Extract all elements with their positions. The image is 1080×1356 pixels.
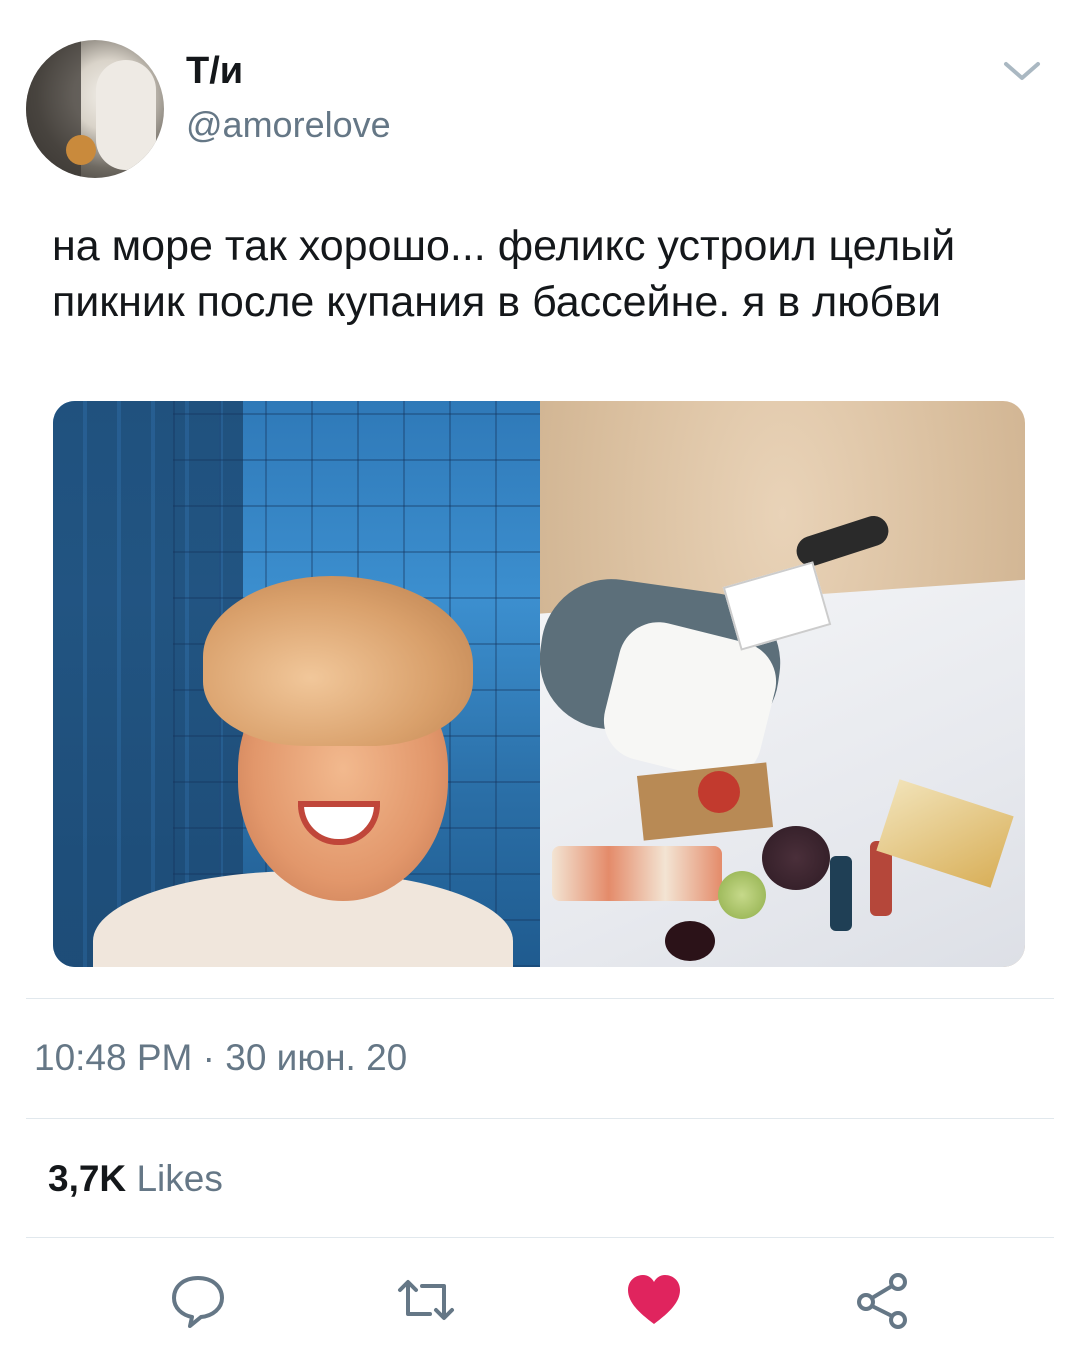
tweet-media[interactable]	[53, 401, 1025, 967]
divider	[26, 998, 1054, 999]
retweet-icon	[398, 1280, 454, 1320]
divider	[26, 1118, 1054, 1119]
like-button[interactable]	[624, 1270, 684, 1330]
tweet-text: на море так хорошо... феликс устроил цел…	[52, 222, 956, 326]
likes-summary[interactable]: 3,7K Likes	[48, 1158, 223, 1200]
retweet-button[interactable]	[396, 1270, 456, 1330]
share-button[interactable]	[852, 1270, 912, 1330]
photo-cherries	[665, 921, 715, 961]
avatar-photo-figure	[96, 60, 156, 170]
photo-sandals	[792, 512, 893, 570]
chevron-down-icon[interactable]	[1000, 56, 1044, 86]
heart-icon	[628, 1275, 680, 1324]
likes-label: Likes	[136, 1158, 223, 1199]
author-handle[interactable]: @amorelove	[186, 104, 391, 146]
photo-bottle	[830, 856, 852, 931]
reply-button[interactable]	[168, 1270, 228, 1330]
divider	[26, 1237, 1054, 1238]
share-icon	[857, 1273, 907, 1329]
author-display-name[interactable]: Т/и	[186, 50, 243, 93]
author-avatar[interactable]	[26, 40, 164, 178]
photo-sushi	[552, 846, 722, 901]
likes-count: 3,7K	[48, 1158, 127, 1199]
photo-green-grapes	[718, 871, 766, 919]
avatar-photo-detail	[66, 135, 96, 165]
media-photo-portrait[interactable]	[53, 401, 540, 967]
photo-apple	[698, 771, 740, 813]
speech-bubble-icon	[172, 1276, 224, 1328]
photo-grapes	[762, 826, 830, 890]
tweet-timestamp[interactable]: 10:48 PM · 30 июн. 20	[34, 1037, 407, 1079]
media-photo-picnic[interactable]	[540, 401, 1025, 967]
